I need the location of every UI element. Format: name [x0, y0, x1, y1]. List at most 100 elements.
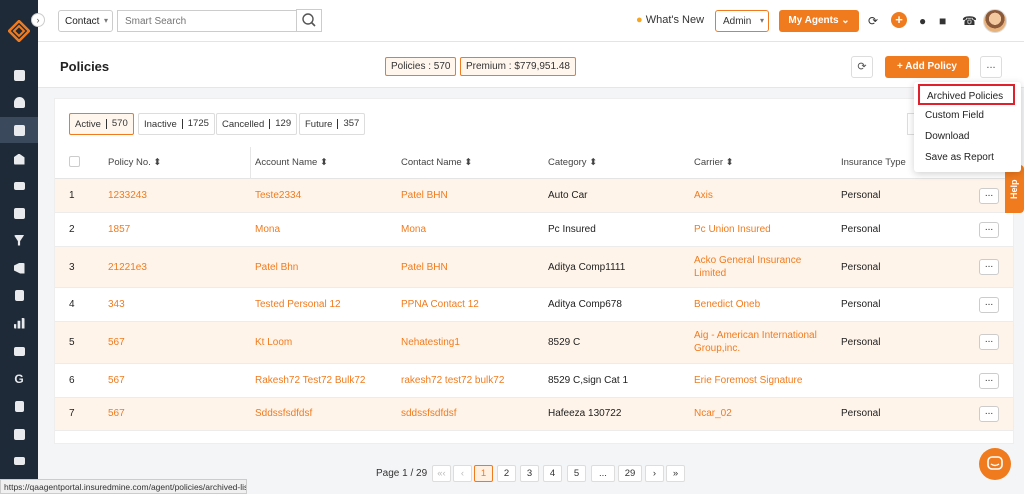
table-row[interactable]: 1 1233243 Teste2334 Patel BHN Auto Car A… — [55, 179, 1013, 213]
tab-active[interactable]: Active 570 — [69, 113, 134, 135]
policy-number-link[interactable]: 567 — [108, 408, 125, 419]
contact-name-link[interactable]: Nehatesting1 — [401, 337, 460, 348]
chat-support-button[interactable] — [979, 448, 1011, 480]
row-actions-button[interactable]: ... — [979, 222, 999, 238]
policy-number-link[interactable]: 567 — [108, 337, 125, 348]
policy-number-link[interactable]: 1857 — [108, 224, 130, 235]
carrier-link[interactable]: Pc Union Insured — [694, 224, 771, 235]
contact-name-link[interactable]: Mona — [401, 224, 426, 235]
carrier-link[interactable]: Acko General Insurance Limited — [694, 254, 814, 280]
more-options-button[interactable]: ... — [980, 56, 1002, 78]
table-row[interactable]: 5 567 Kt Loom Nehatesting1 8529 C Aig - … — [55, 322, 1013, 364]
calendar-icon[interactable] — [0, 421, 38, 447]
policy-number-link[interactable]: 343 — [108, 299, 125, 310]
invoice-icon[interactable] — [0, 393, 38, 419]
google-icon[interactable]: G — [0, 366, 38, 392]
page-button[interactable]: 1 — [474, 465, 493, 482]
user-avatar[interactable] — [983, 9, 1007, 33]
account-name-link[interactable]: Teste2334 — [255, 190, 301, 201]
carrier-link[interactable]: Erie Foremost Signature — [694, 375, 802, 386]
first-page-button[interactable]: «‹ — [432, 465, 451, 482]
column-header-insurance-type[interactable]: Insurance Type — [841, 157, 906, 168]
funnel-icon[interactable] — [0, 227, 38, 253]
app-logo[interactable] — [8, 20, 30, 42]
account-name-link[interactable]: Sddssfsdfdsf — [255, 408, 312, 419]
folder-icon[interactable] — [0, 338, 38, 364]
table-row[interactable]: 2 1857 Mona Mona Pc Insured Pc Union Ins… — [55, 213, 1013, 247]
column-header-carrier[interactable]: Carrier ⬍ — [694, 157, 734, 168]
row-actions-button[interactable]: ... — [979, 297, 999, 313]
reports-chart-icon[interactable] — [0, 310, 38, 336]
table-row[interactable]: 4 343 Tested Personal 12 PPNA Contact 12… — [55, 288, 1013, 322]
page-button[interactable]: 4 — [543, 465, 562, 482]
carrier-link[interactable]: Ncar_02 — [694, 408, 732, 419]
account-name-link[interactable]: Kt Loom — [255, 337, 292, 348]
admin-select[interactable]: Admin ▾ — [715, 10, 769, 32]
bell-icon[interactable]: ● — [919, 14, 926, 28]
carrier-link[interactable]: Aig - American International Group,inc. — [694, 329, 819, 355]
policy-number-link[interactable]: 1233243 — [108, 190, 147, 201]
column-header-category[interactable]: Category ⬍ — [548, 157, 597, 168]
page-button[interactable]: 5 — [567, 465, 586, 482]
policies-icon[interactable] — [0, 117, 38, 143]
account-name-link[interactable]: Patel Bhn — [255, 262, 298, 273]
megaphone-icon[interactable] — [0, 255, 38, 281]
carrier-link[interactable]: Benedict Oneb — [694, 299, 760, 310]
phone-icon[interactable]: ☎ — [962, 14, 977, 28]
whats-new-link[interactable]: ● What's New — [636, 14, 704, 26]
row-actions-button[interactable]: ... — [979, 406, 999, 422]
contact-name-link[interactable]: sddssfsdfdsf — [401, 408, 457, 419]
column-header-policy-no[interactable]: Policy No. ⬍ — [108, 157, 161, 168]
document-icon[interactable] — [0, 282, 38, 308]
messages-icon[interactable]: ■ — [939, 14, 946, 28]
quick-add-plus-icon[interactable]: + — [891, 12, 907, 28]
page-button[interactable]: 29 — [618, 465, 642, 482]
help-tab[interactable]: Help — [1005, 165, 1024, 213]
account-name-link[interactable]: Mona — [255, 224, 280, 235]
smart-search-input[interactable] — [117, 10, 297, 32]
select-all-checkbox[interactable] — [69, 156, 80, 167]
tab-cancelled[interactable]: Cancelled 129 — [216, 113, 298, 135]
column-header-contact-name[interactable]: Contact Name ⬍ — [401, 157, 472, 168]
contact-name-link[interactable]: Patel BHN — [401, 190, 448, 201]
contact-card-icon[interactable] — [0, 200, 38, 226]
search-button[interactable] — [296, 9, 322, 32]
contact-name-link[interactable]: Patel BHN — [401, 262, 448, 273]
next-page-button[interactable]: › — [645, 465, 664, 482]
account-name-link[interactable]: Rakesh72 Test72 Bulk72 — [255, 375, 365, 386]
last-page-button[interactable]: » — [666, 465, 685, 482]
policy-number-link[interactable]: 21221e3 — [108, 262, 147, 273]
refresh-button[interactable]: ⟳ — [851, 56, 873, 78]
table-row[interactable]: 7 567 Sddssfsdfdsf sddssfsdfdsf Hafeeza … — [55, 398, 1013, 431]
row-actions-button[interactable]: ... — [979, 259, 999, 275]
page-button[interactable]: 2 — [497, 465, 516, 482]
policy-number-link[interactable]: 567 — [108, 375, 125, 386]
menu-item-download[interactable]: Download — [918, 126, 1015, 147]
contact-name-link[interactable]: rakesh72 test72 bulk72 — [401, 375, 504, 386]
contacts-icon[interactable] — [0, 89, 38, 115]
table-row[interactable]: 3 21221e3 Patel Bhn Patel BHN Aditya Com… — [55, 247, 1013, 288]
account-name-link[interactable]: Tested Personal 12 — [255, 299, 341, 310]
menu-item-archived-policies[interactable]: Archived Policies — [918, 84, 1015, 105]
row-actions-button[interactable]: ... — [979, 334, 999, 350]
carrier-bank-icon[interactable] — [0, 146, 38, 172]
column-header-account-name[interactable]: Account Name ⬍ — [255, 157, 328, 168]
row-actions-button[interactable]: ... — [979, 373, 999, 389]
add-policy-button[interactable]: + Add Policy — [885, 56, 969, 78]
my-agents-button[interactable]: My Agents ⌄ — [779, 10, 859, 32]
tab-future[interactable]: Future 357 — [299, 113, 366, 135]
prev-page-button[interactable]: ‹ — [453, 465, 472, 482]
sync-icon[interactable]: ⟳ — [868, 14, 878, 28]
menu-item-save-as-report[interactable]: Save as Report — [918, 147, 1015, 168]
dashboard-icon[interactable] — [0, 62, 38, 88]
list-icon[interactable] — [0, 173, 38, 199]
menu-item-custom-field[interactable]: Custom Field — [918, 105, 1015, 126]
contact-name-link[interactable]: PPNA Contact 12 — [401, 299, 479, 310]
row-actions-button[interactable]: ... — [979, 188, 999, 204]
tab-inactive[interactable]: Inactive 1725 — [138, 113, 215, 135]
carrier-link[interactable]: Axis — [694, 190, 713, 201]
page-button[interactable]: 3 — [520, 465, 539, 482]
table-row[interactable]: 6 567 Rakesh72 Test72 Bulk72 rakesh72 te… — [55, 364, 1013, 398]
sidebar-collapse-chevron-icon[interactable]: › — [31, 13, 45, 27]
contact-type-select[interactable]: Contact ▾ — [58, 10, 113, 32]
